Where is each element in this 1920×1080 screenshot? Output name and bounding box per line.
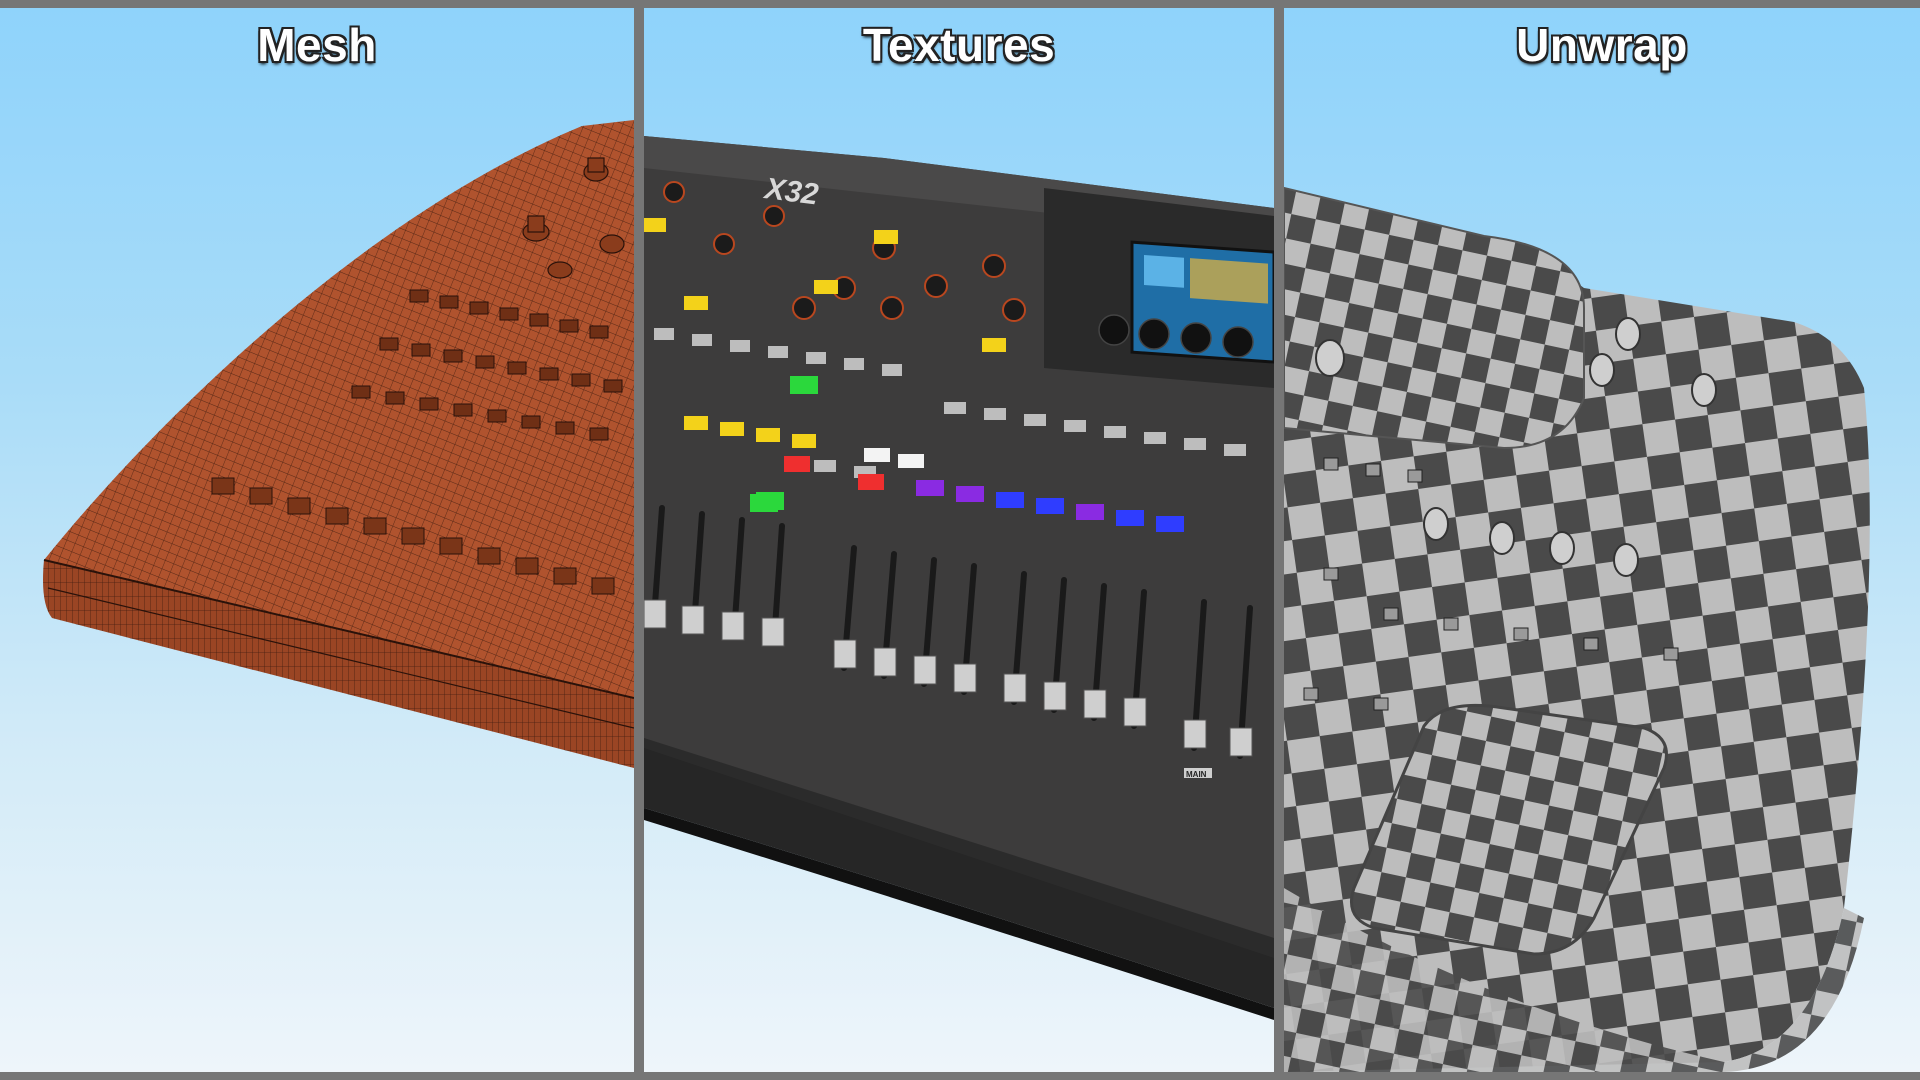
textures-title: Textures (862, 19, 1056, 71)
mesh-panel: Mesh (0, 8, 634, 1072)
mesh-title: Mesh (257, 19, 377, 71)
brand-label: X32 (761, 172, 820, 212)
unwrap-screen-housing (1284, 186, 1585, 450)
textures-render: X32 MAIN (644, 136, 1274, 1020)
unwrap-title: Unwrap (1516, 19, 1688, 71)
unwrap-panel: Unwrap (1284, 8, 1920, 1072)
main-label: MAIN (1186, 770, 1207, 779)
textures-panel: X32 MAIN Textures (644, 8, 1274, 1072)
mesh-render (43, 120, 634, 768)
unwrap-render (1284, 186, 1870, 1072)
comparison-image: Mesh X32 MAIN Textures Unwrap (0, 0, 1920, 1080)
